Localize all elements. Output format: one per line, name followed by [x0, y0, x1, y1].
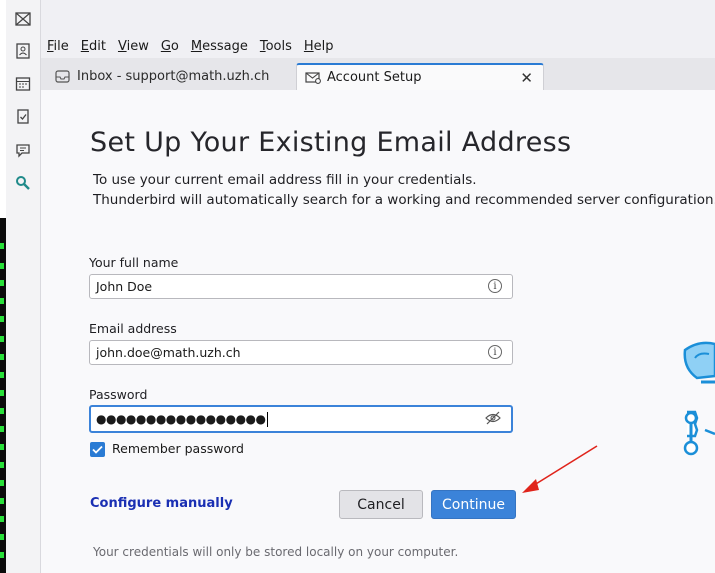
menu-message[interactable]: Message	[185, 39, 254, 54]
tab-account-setup[interactable]: Account Setup ✕	[296, 63, 544, 90]
full-name-label: Your full name	[89, 255, 179, 270]
credentials-note: Your credentials will only be stored loc…	[93, 545, 459, 559]
cancel-button[interactable]: Cancel	[339, 490, 423, 519]
tasks-icon[interactable]	[13, 106, 33, 126]
account-setup-page: Set Up Your Existing Email Address To us…	[41, 90, 715, 573]
remember-password-checkbox[interactable]	[90, 442, 105, 457]
tab-inbox[interactable]: Inbox - support@math.uzh.ch	[47, 63, 292, 90]
menu-help[interactable]: Help	[298, 39, 340, 54]
tab-bar: Inbox - support@math.uzh.ch Account Setu…	[41, 58, 715, 90]
close-icon[interactable]: ✕	[520, 69, 533, 87]
text-cursor	[266, 411, 268, 427]
email-field[interactable]: john.doe@math.uzh.ch i	[89, 340, 513, 365]
tab-label: Account Setup	[327, 70, 422, 85]
envelope-gear-icon	[305, 70, 321, 86]
remember-password-label[interactable]: Remember password	[112, 441, 244, 456]
address-book-icon[interactable]	[13, 41, 33, 61]
password-label: Password	[89, 387, 148, 402]
page-title: Set Up Your Existing Email Address	[90, 127, 572, 158]
menu-go[interactable]: Go	[155, 39, 185, 54]
menu-view[interactable]: View	[112, 39, 155, 54]
inbox-icon	[55, 69, 71, 85]
continue-button[interactable]: Continue	[431, 490, 516, 519]
email-label: Email address	[89, 321, 177, 336]
mail-icon[interactable]	[13, 9, 33, 29]
configure-manually-link[interactable]: Configure manually	[90, 496, 233, 511]
spaces-toolbar	[6, 0, 41, 573]
full-name-field[interactable]: John Doe i	[89, 274, 513, 299]
info-icon[interactable]: i	[488, 279, 502, 293]
menu-file[interactable]: File	[41, 39, 75, 54]
password-field[interactable]: ●●●●●●●●●●●●●●●●●	[89, 405, 513, 433]
annotation-arrow	[522, 445, 598, 493]
chat-icon[interactable]	[13, 140, 33, 160]
tab-label: Inbox - support@math.uzh.ch	[77, 69, 270, 84]
calendar-icon[interactable]	[13, 74, 33, 94]
intro-text: To use your current email address fill i…	[93, 172, 715, 208]
menu-edit[interactable]: Edit	[75, 39, 112, 54]
search-icon[interactable]	[13, 173, 33, 193]
mascot-illustration	[683, 341, 715, 456]
hide-password-icon[interactable]	[485, 411, 501, 425]
info-icon[interactable]: i	[488, 345, 502, 359]
title-area	[41, 0, 715, 34]
menu-tools[interactable]: Tools	[254, 39, 298, 54]
menu-bar: File Edit View Go Message Tools Help	[41, 34, 715, 58]
